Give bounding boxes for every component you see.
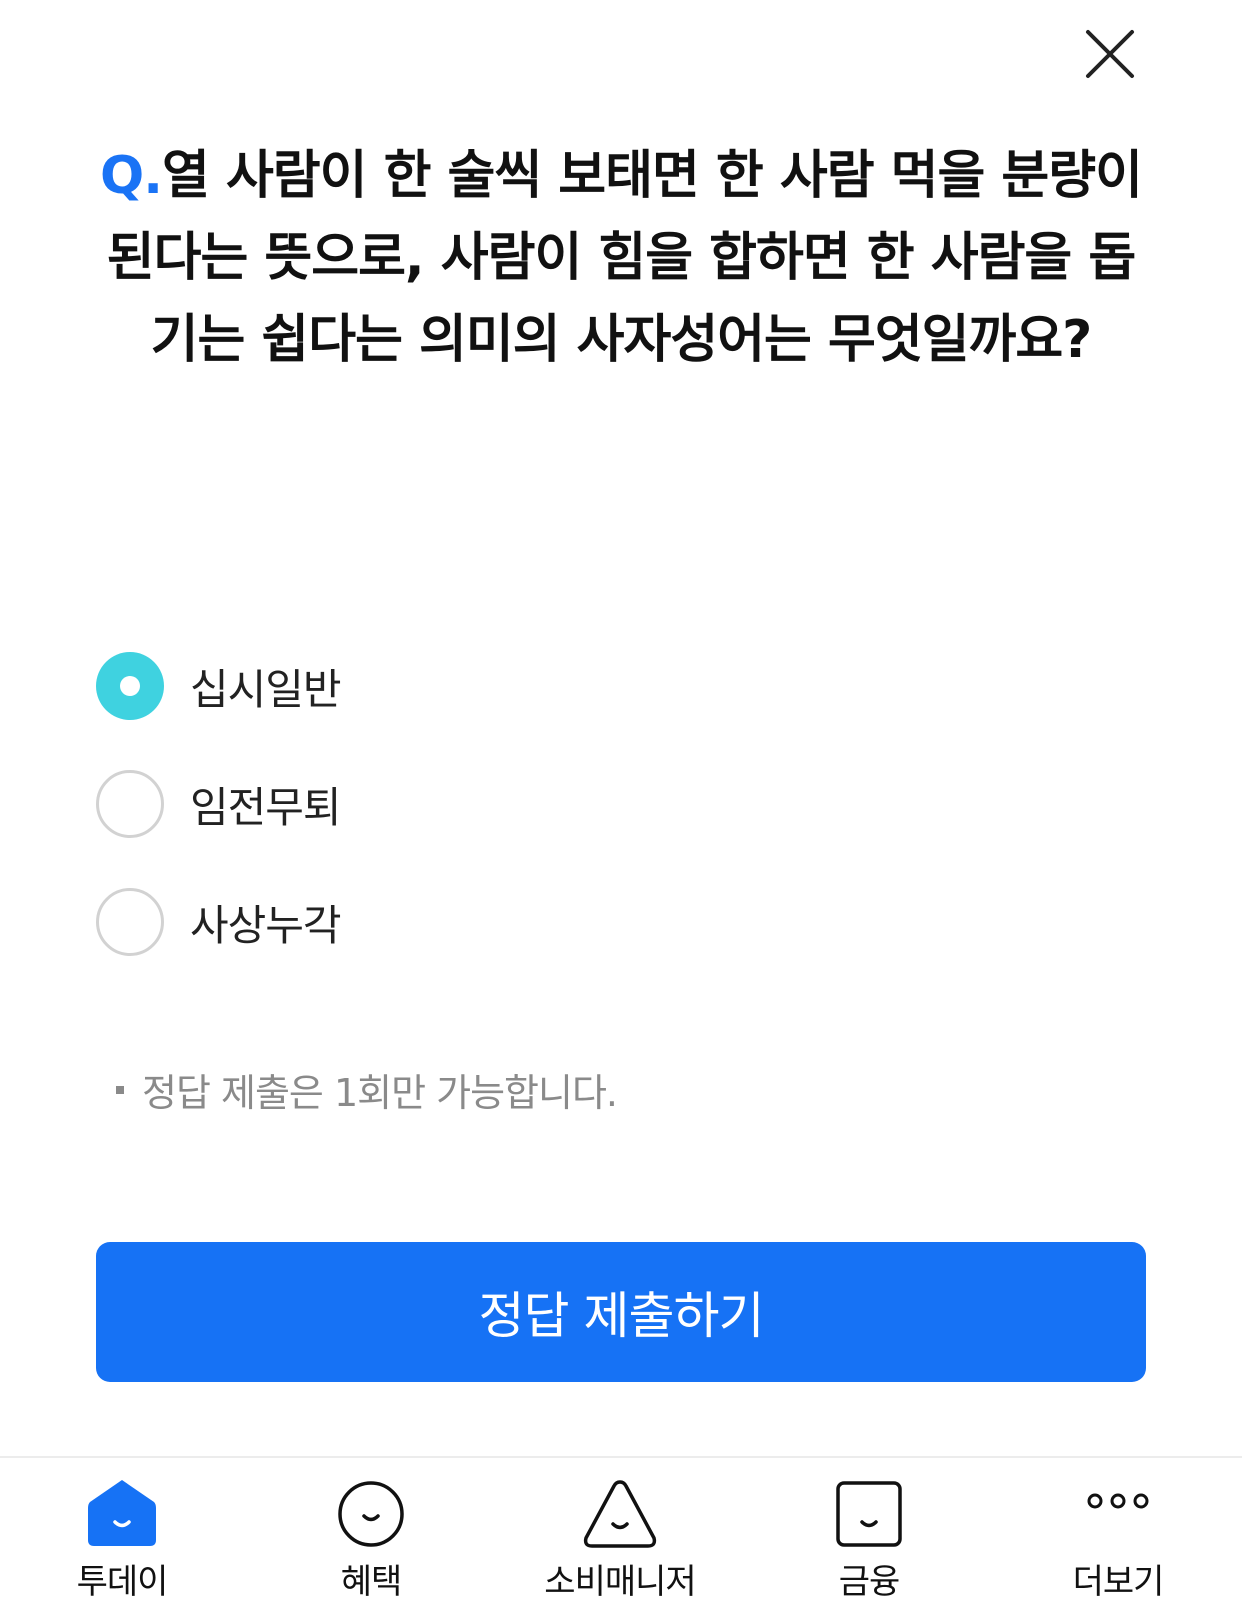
note-text: 정답 제출은 1회만 가능합니다. [142,1071,618,1115]
tab-label: 혜택 [340,1562,403,1602]
question-text: 열 사람이 한 술씩 보태면 한 사람 먹을 분량이 된다는 뜻으로, 사람이 … [106,146,1143,370]
option-label: 십시일반 [190,664,342,714]
tab-label: 금융 [838,1562,901,1602]
tab-label: 투데이 [76,1562,169,1602]
tab-finance[interactable]: 금융 [789,1468,949,1603]
radio-unselected-icon[interactable] [96,770,164,838]
tab-label: 더보기 [1072,1562,1165,1602]
bullet-icon [116,1085,124,1094]
tab-more[interactable]: 더보기 [1038,1468,1198,1603]
smile-square-icon [829,1474,909,1554]
radio-selected-icon[interactable] [96,652,164,720]
more-dots-icon [1078,1474,1158,1554]
option-label: 사상누각 [190,900,342,950]
smile-circle-icon [331,1474,411,1554]
question-prefix: Q. [100,146,163,206]
smile-triangle-icon [580,1474,660,1554]
option-label: 임전무퇴 [190,782,342,832]
quiz-question: Q.열 사람이 한 술씩 보태면 한 사람 먹을 분량이 된다는 뜻으로, 사람… [90,135,1152,381]
bottom-tab-bar: 투데이 혜택 소비매니저 금융 더보기 [0,1456,1242,1603]
tab-today[interactable]: 투데이 [42,1468,202,1603]
submit-answer-button[interactable]: 정답 제출하기 [96,1242,1146,1382]
answer-option-1[interactable]: 십시일반 [96,650,342,722]
radio-unselected-icon[interactable] [96,888,164,956]
answer-option-2[interactable]: 임전무퇴 [96,768,342,840]
close-icon [1082,26,1138,82]
submission-note: 정답 제출은 1회만 가능합니다. [116,1062,618,1117]
tab-label: 소비매니저 [544,1562,696,1602]
answer-option-3[interactable]: 사상누각 [96,886,342,958]
tab-spending-manager[interactable]: 소비매니저 [540,1468,700,1603]
close-button[interactable] [1082,26,1138,82]
home-icon [82,1474,162,1554]
tab-benefits[interactable]: 혜택 [291,1468,451,1603]
